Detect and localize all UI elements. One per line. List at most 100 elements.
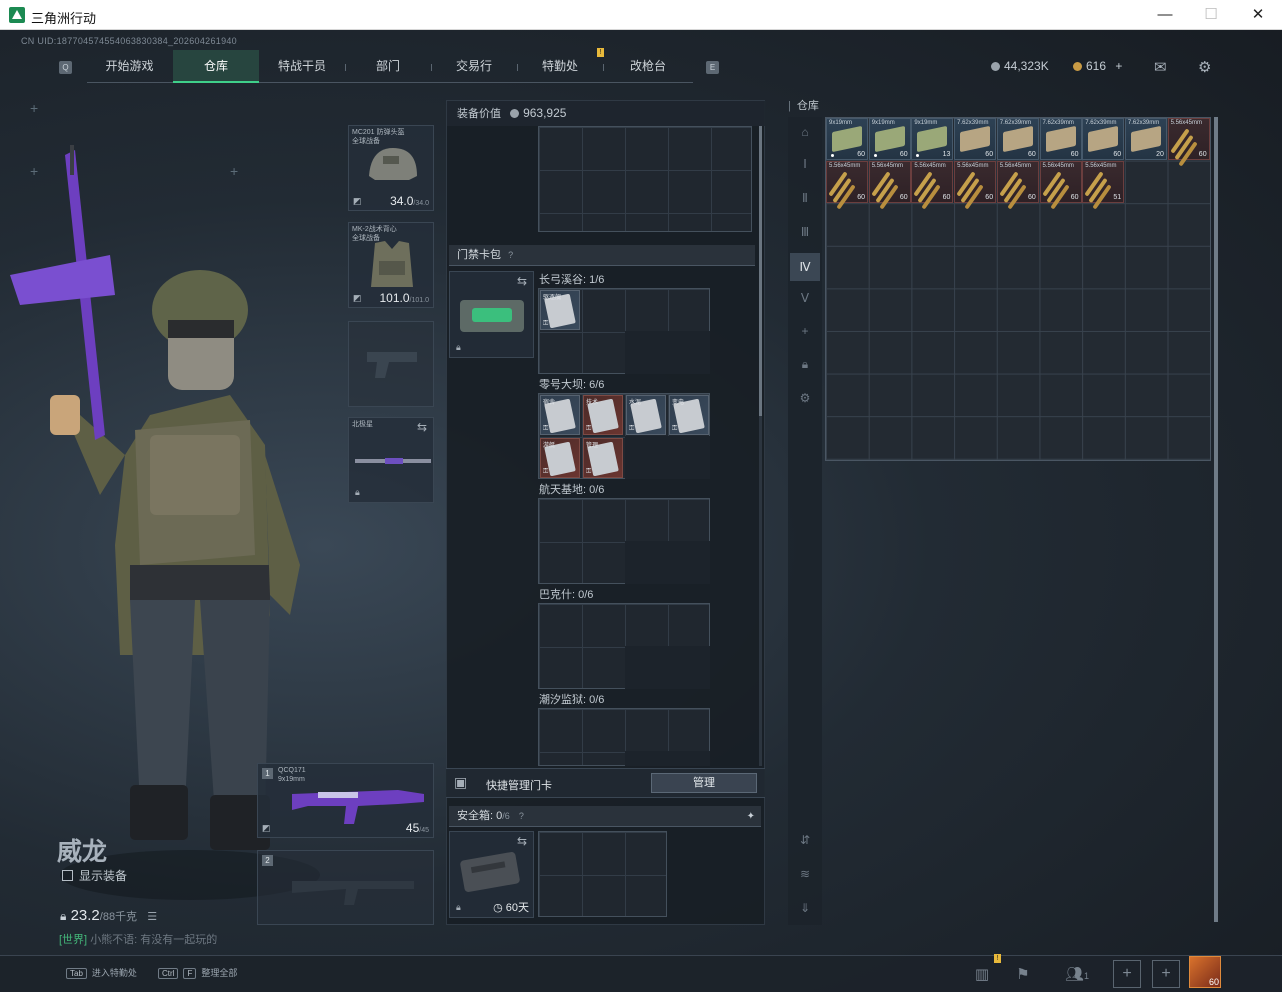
ammo-item[interactable]: 5.56x45mm 60 [1167, 118, 1210, 160]
add-teammate-button[interactable]: + [1113, 960, 1141, 988]
pistol-slot-empty[interactable] [348, 321, 434, 407]
ammo-name: 7.62x39mm [1042, 120, 1074, 126]
storage-sidebar: ⌂ Ⅰ Ⅱ Ⅲ Ⅳ Ⅴ + 🔒︎ ⚙ ⇵ ≋ ⇓ [788, 117, 822, 925]
ammo-item[interactable]: 7.62x39mm 60 [996, 118, 1039, 160]
ammo-name: 7.62x39mm [999, 120, 1032, 126]
ammo-item[interactable]: 7.62x39mm 60 [1039, 118, 1082, 160]
close-button[interactable]: ✕ [1243, 4, 1273, 26]
keycard-pack-slot[interactable]: ⇆ 🔒︎ [449, 271, 534, 358]
ammo-quantity: 20 [1156, 151, 1164, 158]
keycard-item[interactable]: 技术 ⚿ [583, 395, 623, 435]
swap-icon[interactable]: ⇆ [417, 420, 427, 434]
player-avatar[interactable]: 60 [1189, 956, 1221, 988]
world-chat-line[interactable]: [世界] 小熊不语: 有没有一起玩的 [59, 931, 217, 947]
maximize-button[interactable]: ☐ [1196, 4, 1226, 26]
grid-blocked-area [625, 436, 710, 479]
pin-icon[interactable]: ✦ [747, 806, 755, 827]
melee-slot[interactable]: 北极星 ⇆ 🔒︎ [348, 417, 434, 503]
mail-icon[interactable]: ✉ [1154, 58, 1167, 76]
tab-special-ops[interactable]: 特勤处 [517, 50, 603, 83]
chat-channel: [世界] [59, 934, 88, 946]
storage-sort-icon[interactable]: ⇵ [796, 831, 814, 849]
zone-label-tide-prison: 潮汐监狱: 0/6 [539, 694, 605, 706]
ammo-item[interactable]: 9x19mm 60 [826, 118, 868, 160]
friends-icon[interactable]: 👥︎1 [1060, 962, 1094, 988]
transfer-icon[interactable]: ⇓ [796, 899, 814, 917]
ammo-item[interactable]: 5.56x45mm 60 [826, 160, 868, 203]
helmet-slot[interactable]: MC201 防弹头盔 全球战备 ◩ 34.0/34.0 [348, 125, 434, 211]
ammo-item[interactable]: 9x19mm 60 [868, 118, 911, 160]
tab-start-game[interactable]: 开始游戏 [87, 50, 172, 83]
ammo-item[interactable]: 7.62x39mm 60 [954, 118, 997, 160]
ammo-item[interactable]: 5.56x45mm 60 [868, 160, 911, 203]
middle-scrollbar[interactable] [759, 126, 762, 766]
ammo-item[interactable]: 5.56x45mm 60 [954, 160, 997, 203]
ammo-item[interactable]: 9x19mm 13 [911, 118, 954, 160]
primary-weapon-slot[interactable]: 1 QCQ171 9x19mm ◩ 45/45 [257, 763, 434, 838]
storage-page-5-icon[interactable]: Ⅴ [796, 289, 814, 307]
layers-icon[interactable]: ≋ [796, 865, 814, 883]
storage-settings-gear-icon[interactable]: ⚙ [796, 389, 814, 407]
help-icon[interactable]: ? [519, 811, 524, 821]
flag-icon[interactable]: ⚑ [1010, 962, 1036, 988]
secondary-weapon-slot-empty[interactable]: 2 [257, 850, 434, 925]
ammo-quantity: 60 [1070, 151, 1079, 158]
storage-scrollbar[interactable] [1214, 117, 1218, 922]
ammo-box-icon [874, 125, 905, 153]
ammo-item[interactable]: 5.56x45mm 51 [1082, 160, 1125, 203]
keycard-pack-title: 门禁卡包 [457, 249, 501, 261]
ammo-item[interactable]: 5.56x45mm 60 [996, 160, 1039, 203]
ammo-item[interactable]: 5.56x45mm 60 [911, 160, 954, 203]
swap-icon[interactable]: ⇆ [517, 834, 527, 848]
ammo-box-icon [871, 170, 891, 197]
tab-department[interactable]: 部门 [345, 50, 431, 83]
show-equipment-toggle[interactable]: 显示装备 [62, 867, 127, 884]
help-icon[interactable]: ? [508, 250, 513, 260]
keycard-item[interactable]: 变电 ⚿ [669, 395, 709, 435]
add-currency-button[interactable]: + [1115, 59, 1122, 73]
safe-box-grid[interactable] [538, 831, 667, 917]
ammo-item[interactable]: 5.56x45mm 60 [1039, 160, 1082, 203]
armor-slot[interactable]: MK-2战术背心 全球战备 ◩ 101.0/101.0 [348, 222, 434, 308]
add-teammate-button[interactable]: + [1152, 960, 1180, 988]
storage-page-all-icon[interactable]: ⌂ [796, 123, 814, 141]
swap-icon[interactable]: ⇆ [517, 274, 527, 288]
settings-gear-icon[interactable]: ⚙ [1198, 58, 1211, 76]
tab-operators[interactable]: 特战干员 [259, 50, 345, 83]
ammo-box-icon [1130, 125, 1161, 153]
manage-keycards-button[interactable]: 管理 [651, 773, 757, 793]
pistol-placeholder-icon [367, 352, 417, 378]
hint-special-ops[interactable]: Tab 进入特勤处 [66, 966, 137, 979]
storage-page-2-icon[interactable]: Ⅱ [796, 189, 814, 207]
storage-page-1-icon[interactable]: Ⅰ [796, 155, 814, 173]
lock-icon[interactable]: 🔒︎ [796, 355, 814, 373]
storage-page-3-icon[interactable]: Ⅲ [796, 223, 814, 241]
keycard-item[interactable]: 游艇 ⚿ [540, 438, 580, 478]
keycard-item[interactable]: 管理 ⚿ [583, 438, 623, 478]
tab-gunsmith[interactable]: 改枪台 [603, 50, 693, 83]
stats-chart-icon[interactable]: ▥ [969, 962, 995, 988]
hint-sort-all[interactable]: Ctrl F 整理全部 [158, 966, 237, 979]
add-storage-page-icon[interactable]: + [796, 322, 814, 340]
nav-next-key[interactable]: E [706, 61, 719, 74]
safe-box-slot[interactable]: ⇆ 🔒︎ ◷ 60天 [449, 831, 534, 918]
ammo-box-icon [917, 125, 948, 153]
ammo-quantity: 51 [1113, 193, 1122, 201]
nav-prev-key[interactable]: Q [59, 61, 72, 74]
keycard-item[interactable]: 水泥 ⚿ [626, 395, 666, 435]
storage-page-4-icon[interactable]: Ⅳ [790, 253, 820, 281]
tab-warehouse[interactable]: 仓库 [173, 50, 259, 83]
ammo-box-icon [1045, 125, 1076, 153]
keycard-item[interactable]: 宿舍 ⚿ [540, 395, 580, 435]
ammo-item[interactable]: 7.62x39mm 60 [1082, 118, 1125, 160]
tab-trade[interactable]: 交易行 [431, 50, 517, 83]
quick-manage-label: 快捷管理门卡 [486, 780, 552, 792]
keycard-item[interactable]: 驱逐舰 ⚿ [540, 290, 580, 330]
minimize-button[interactable]: — [1150, 4, 1180, 26]
ammo-quantity: 60 [857, 151, 865, 158]
ammo-box-icon [1088, 125, 1119, 153]
checkbox-icon[interactable] [62, 870, 73, 881]
backpack-grid[interactable] [538, 126, 752, 232]
weight-detail-icon[interactable]: ☰ [147, 911, 157, 923]
ammo-item[interactable]: 7.62x39mm 20 [1124, 118, 1167, 160]
